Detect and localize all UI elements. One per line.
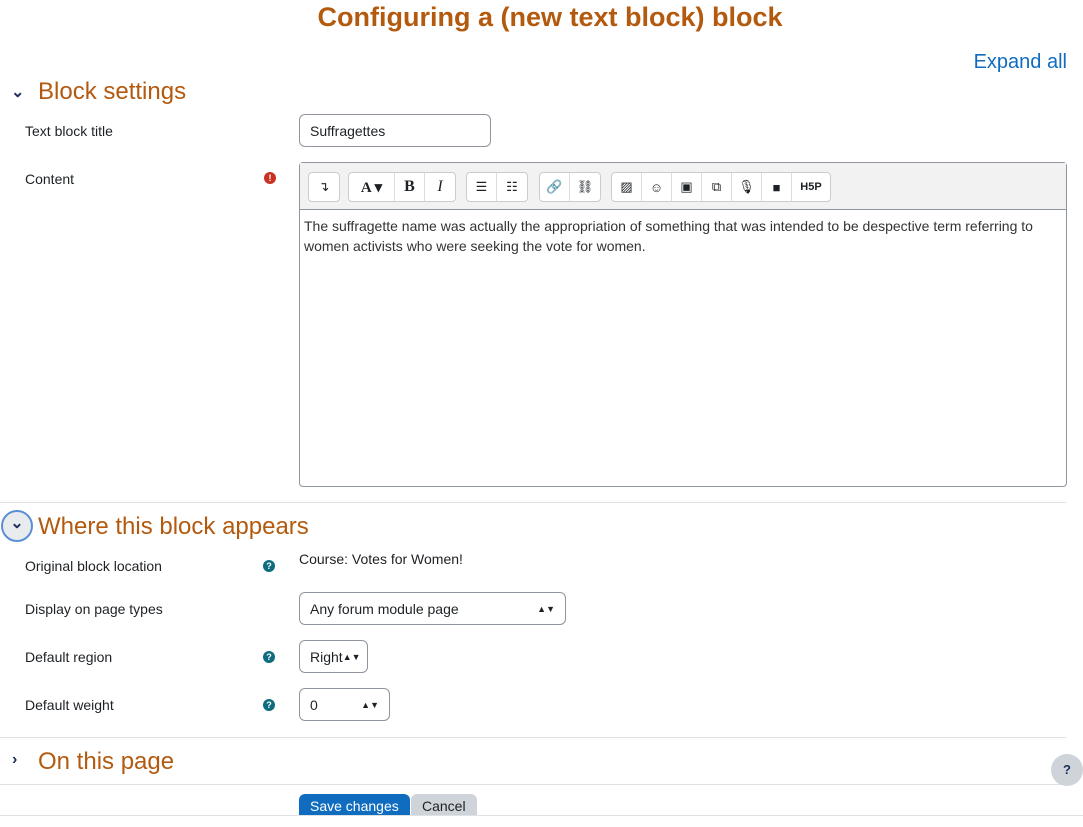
original-location-value: Course: Votes for Women!: [299, 551, 463, 567]
help-icon[interactable]: ?: [263, 560, 275, 572]
divider: [0, 737, 1066, 738]
divider: [0, 784, 1066, 785]
chevron-down-icon[interactable]: ⌄: [1, 510, 33, 542]
default-region-select[interactable]: Right ▲▼: [299, 640, 368, 673]
h5p-icon[interactable]: H5P: [792, 173, 830, 201]
default-region-label: Default region: [25, 649, 113, 665]
media-icon[interactable]: ▣: [672, 173, 702, 201]
page-types-select[interactable]: Any forum module page ▲▼: [299, 592, 566, 625]
page-title: Configuring a (new text block) block: [317, 2, 783, 32]
emoji-icon[interactable]: ☺: [642, 173, 672, 201]
select-arrows-icon: ▲▼: [537, 603, 555, 614]
section-heading-block-settings[interactable]: Block settings: [38, 78, 186, 106]
title-value: Suffragettes: [310, 122, 386, 139]
editor-toolbar: ↴ A ▾ B I ☰ ☷ 🔗 ⛓ ▨ ☺ ▣ ⧉ 🎙 ■ H5P: [300, 163, 1066, 210]
page-types-label: Display on page types: [25, 601, 163, 617]
section-heading-where[interactable]: Where this block appears: [38, 513, 309, 541]
content-label: Content: [25, 171, 75, 187]
image-icon[interactable]: ▨: [612, 173, 642, 201]
record-audio-icon[interactable]: 🎙: [732, 173, 762, 201]
italic-icon[interactable]: I: [425, 173, 455, 201]
region-value: Right: [310, 648, 343, 665]
help-fab-button[interactable]: ?: [1051, 754, 1083, 786]
ordered-list-icon[interactable]: ☷: [497, 173, 527, 201]
record-video-icon[interactable]: ■: [762, 173, 792, 201]
section-heading-on-this-page[interactable]: On this page: [38, 748, 174, 776]
bold-icon[interactable]: B: [395, 173, 425, 201]
expand-all-link[interactable]: Expand all: [974, 51, 1067, 74]
page-types-value: Any forum module page: [310, 600, 459, 617]
original-location-label: Original block location: [25, 558, 162, 574]
unlink-icon[interactable]: ⛓: [570, 173, 600, 201]
divider: [0, 502, 1066, 503]
required-icon: !: [264, 172, 276, 184]
manage-files-icon[interactable]: ⧉: [702, 173, 732, 201]
help-icon[interactable]: ?: [263, 699, 275, 711]
content-editor[interactable]: ↴ A ▾ B I ☰ ☷ 🔗 ⛓ ▨ ☺ ▣ ⧉ 🎙 ■ H5P The suffragette …: [299, 162, 1067, 487]
select-arrows-icon: ▲▼: [342, 651, 361, 662]
footer-strip: [0, 815, 1083, 827]
font-style-icon[interactable]: A ▾: [349, 173, 395, 201]
unordered-list-icon[interactable]: ☰: [467, 173, 497, 201]
help-icon[interactable]: ?: [263, 651, 275, 663]
default-weight-select[interactable]: 0 ▲▼: [299, 688, 390, 721]
weight-value: 0: [310, 696, 318, 713]
select-arrows-icon: ▲▼: [361, 699, 379, 710]
chevron-right-icon[interactable]: ›: [12, 751, 17, 769]
chevron-down-icon[interactable]: ⌄: [11, 82, 24, 102]
link-icon[interactable]: 🔗: [540, 173, 570, 201]
editor-content[interactable]: The suffragette name was actually the ap…: [300, 210, 1066, 262]
text-block-title-input[interactable]: Suffragettes: [299, 114, 491, 147]
default-weight-label: Default weight: [25, 697, 114, 713]
text-block-title-label: Text block title: [25, 123, 113, 139]
collapse-icon[interactable]: ↴: [309, 173, 339, 201]
